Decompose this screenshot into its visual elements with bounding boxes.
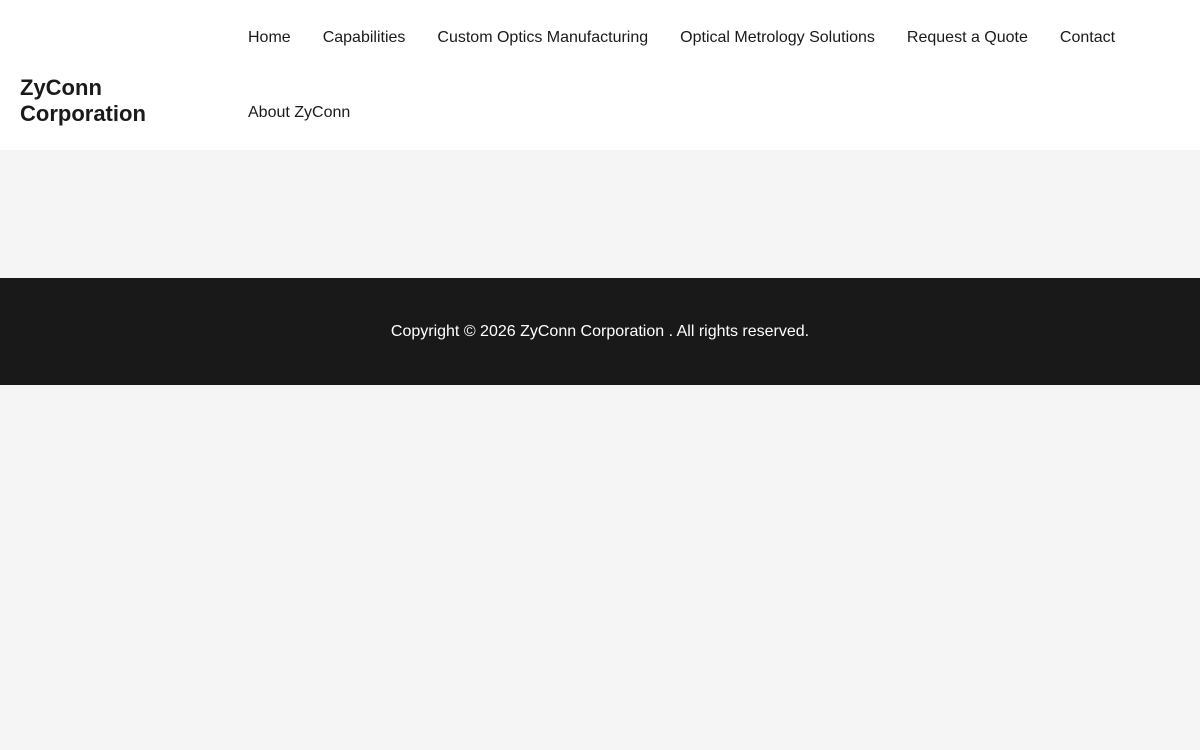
nav-link-contact[interactable]: Contact (1060, 28, 1115, 48)
page-background (0, 385, 1200, 750)
main-navigation: Home Capabilities Custom Optics Manufact… (248, 0, 1188, 150)
site-footer: Copyright © 2026 ZyConn Corporation . Al… (0, 278, 1200, 385)
site-header: ZyConn Corporation Home Capabilities Cus… (0, 0, 1200, 150)
nav-link-request-a-quote[interactable]: Request a Quote (907, 28, 1028, 48)
copyright-text: Copyright © 2026 ZyConn Corporation . Al… (390, 322, 810, 340)
site-title-link[interactable]: ZyConn Corporation (20, 75, 200, 127)
main-content-area (0, 150, 1200, 278)
nav-link-home[interactable]: Home (248, 28, 291, 48)
nav-link-optical-metrology-solutions[interactable]: Optical Metrology Solutions (680, 28, 875, 48)
nav-row-primary: Home Capabilities Custom Optics Manufact… (248, 0, 1188, 75)
nav-link-custom-optics-manufacturing[interactable]: Custom Optics Manufacturing (437, 28, 648, 48)
nav-link-capabilities[interactable]: Capabilities (323, 28, 406, 48)
nav-link-about-zyconn[interactable]: About ZyConn (248, 103, 350, 123)
nav-row-secondary: About ZyConn (248, 75, 1188, 150)
